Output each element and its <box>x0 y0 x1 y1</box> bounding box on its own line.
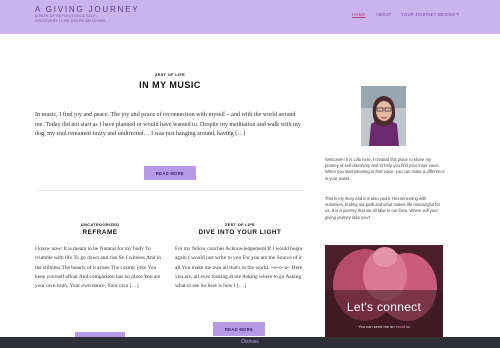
read-more-button[interactable]: READ MORE <box>144 166 196 180</box>
connect-subtitle-text: You can send me an <box>358 324 395 329</box>
read-more-button[interactable]: READ MORE <box>213 322 265 336</box>
site-tagline: A PATH OF REFLECTION & SELF-DISCOVERY | … <box>35 14 106 23</box>
post-title[interactable]: REFRAME <box>35 229 165 236</box>
site-header: A GIVING JOURNEY A PATH OF REFLECTION & … <box>0 0 500 34</box>
connect-title: Let's connect <box>346 300 422 314</box>
connect-subtitle-text: to <box>406 324 410 329</box>
post-title[interactable]: IN MY MUSIC <box>60 80 280 90</box>
nav-home[interactable]: HOME <box>352 12 365 17</box>
author-photo <box>361 86 406 146</box>
post-excerpt: For my fellow coaches Acknowledgement If… <box>175 246 303 290</box>
post-category[interactable]: ZEST OF LIFE <box>110 72 230 77</box>
connect-subtitle: You can send me an email to <box>325 324 443 329</box>
post-divider <box>35 190 305 191</box>
dismiss-link[interactable]: Dismiss <box>0 339 500 345</box>
author-portrait-image <box>361 86 406 146</box>
site-logo[interactable]: A GIVING JOURNEY <box>35 5 139 14</box>
sidebar-story-text: This is my story and it is also yours. R… <box>325 196 440 220</box>
post-category[interactable]: UNCATEGORIZED <box>35 222 165 227</box>
nav-about[interactable]: ABOUT <box>376 12 391 17</box>
post-category[interactable]: ZEST OF LIFE <box>175 222 305 227</box>
post-title[interactable]: DIVE INTO YOUR LIGHT <box>175 229 305 236</box>
nav-your-journey-begins[interactable]: YOUR JOURNEY BEGINS™ <box>401 12 459 17</box>
notice-bar: Dismiss <box>0 337 500 348</box>
post-excerpt: In music, I find joy and peace. The joy … <box>35 112 301 138</box>
connect-widget: Let's connect You can send me an email t… <box>325 245 443 338</box>
sidebar-welcome-text: Welcome!! It is Lilla here. I created th… <box>325 157 445 181</box>
post-excerpt: I know now: It is meant to be Natural fo… <box>35 246 161 290</box>
email-link[interactable]: email <box>396 324 406 329</box>
